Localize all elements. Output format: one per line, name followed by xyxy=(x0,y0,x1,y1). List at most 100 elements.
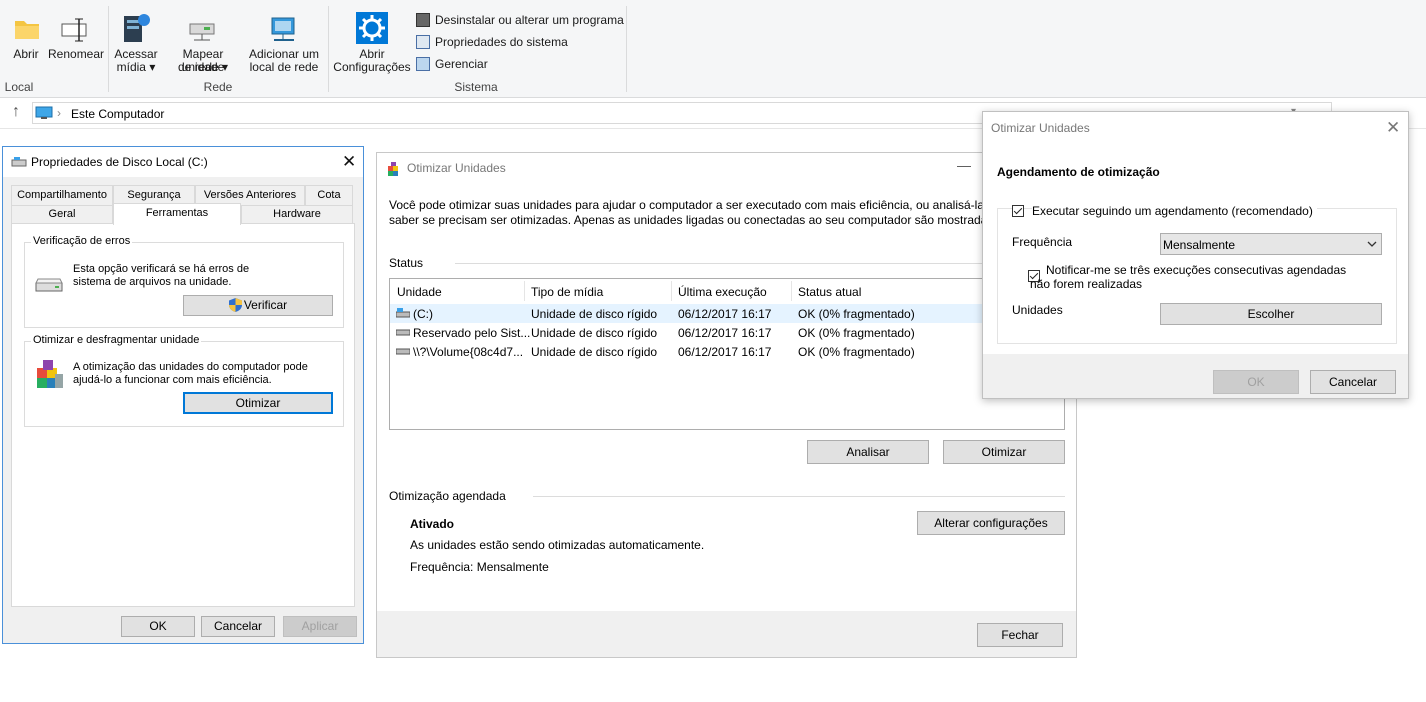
optimize-drives-body: Você pode otimizar suas unidades para aj… xyxy=(377,183,1076,657)
intro-text: Você pode otimizar suas unidades para aj… xyxy=(389,198,989,228)
defrag-icon xyxy=(37,360,63,388)
rename-button[interactable]: Renomear xyxy=(48,10,104,76)
computer-management-icon xyxy=(416,57,430,71)
check-button[interactable]: Verificar xyxy=(183,295,333,316)
optimize-button[interactable]: Otimizar xyxy=(943,440,1065,464)
open-settings-button[interactable]: Abrir Configurações xyxy=(332,10,412,76)
access-media-button[interactable]: Acessar mídia ▾ xyxy=(114,10,158,76)
optimize-text-1: A otimização das unidades do computador … xyxy=(73,361,308,373)
hard-drive-icon xyxy=(35,278,63,292)
table-row[interactable]: \\?\Volume{08c4d7... Unidade de disco rí… xyxy=(390,342,1064,361)
minimize-icon[interactable]: — xyxy=(957,157,971,173)
drive-status: OK (0% fragmentado) xyxy=(798,326,915,340)
drive-name: (C:) xyxy=(413,307,433,321)
tab-sharing[interactable]: Compartilhamento xyxy=(11,185,113,205)
tab-previous-versions[interactable]: Versões Anteriores xyxy=(195,185,305,205)
system-drive-icon xyxy=(396,308,410,318)
drive-status: OK (0% fragmentado) xyxy=(798,345,915,359)
intro-line-2: saber se precisam ser otimizadas. Apenas… xyxy=(389,213,989,227)
drives-label: Unidades xyxy=(1012,303,1063,317)
drive-icon xyxy=(396,348,410,355)
scheduled-state: Ativado xyxy=(410,517,455,531)
drive-media-type: Unidade de disco rígido xyxy=(531,326,658,340)
network-location-icon xyxy=(271,17,295,41)
choose-drives-button[interactable]: Escolher xyxy=(1160,303,1382,325)
schedule-group: Executar seguindo um agendamento (recome… xyxy=(997,204,1397,344)
folder-icon xyxy=(15,21,39,39)
system-properties-icon xyxy=(416,35,430,49)
up-arrow-icon[interactable]: ↑ xyxy=(12,103,20,121)
network-drive-icon xyxy=(189,23,215,41)
ok-button[interactable]: OK xyxy=(121,616,195,637)
ribbon-separator xyxy=(626,6,627,92)
tab-general[interactable]: Geral xyxy=(11,205,113,223)
column-drive[interactable]: Unidade xyxy=(397,285,442,299)
tab-hardware[interactable]: Hardware xyxy=(241,205,353,223)
group-label-sistema: Sistema xyxy=(454,80,498,94)
optimize-drive-button[interactable]: Otimizar xyxy=(183,392,333,414)
manage-label: Gerenciar xyxy=(435,57,488,71)
programs-icon xyxy=(416,13,430,27)
uninstall-program-label: Desinstalar ou alterar um programa xyxy=(435,13,624,27)
system-properties-label: Propriedades do sistema xyxy=(435,35,568,49)
uac-shield-icon xyxy=(228,298,242,312)
status-label: Status xyxy=(389,256,424,270)
error-check-text: Esta opção verificará se há erros de sis… xyxy=(73,263,249,289)
table-row[interactable]: Reservado pelo Sist... Unidade de disco … xyxy=(390,323,1064,342)
apply-button[interactable]: Aplicar xyxy=(283,616,357,637)
open-label: Abrir xyxy=(13,47,39,61)
ribbon-separator xyxy=(328,6,329,92)
close-icon[interactable]: ✕ xyxy=(342,153,356,170)
rename-icon xyxy=(61,18,87,42)
frequency-select-value: Mensalmente xyxy=(1163,238,1236,252)
tab-quota[interactable]: Cota xyxy=(305,185,353,205)
close-button[interactable]: Fechar xyxy=(977,623,1063,647)
scheduled-frequency: Frequência: Mensalmente xyxy=(410,560,549,574)
run-scheduled-checkbox[interactable] xyxy=(1012,205,1024,217)
map-drive-button[interactable]: Mapear unidade de rede ▾ xyxy=(160,10,246,76)
close-icon[interactable]: ✕ xyxy=(1386,119,1400,136)
column-media-type[interactable]: Tipo de mídia xyxy=(531,285,603,299)
media-icon xyxy=(124,14,150,42)
schedule-cancel-button[interactable]: Cancelar xyxy=(1310,370,1396,394)
cancel-button[interactable]: Cancelar xyxy=(201,616,275,637)
open-button[interactable]: Abrir xyxy=(6,10,46,76)
schedule-ok-button[interactable]: OK xyxy=(1213,370,1299,394)
gear-icon xyxy=(356,12,388,44)
change-settings-button[interactable]: Alterar configurações xyxy=(917,511,1065,535)
optimize-drives-footer xyxy=(377,611,1076,657)
analyze-button[interactable]: Analisar xyxy=(807,440,929,464)
column-current-status[interactable]: Status atual xyxy=(798,285,861,299)
error-check-group: Verificação de erros Esta opção verifica… xyxy=(24,235,344,328)
drive-status: OK (0% fragmentado) xyxy=(798,307,915,321)
optimize-text-2: ajudá-lo a funcionar com mais eficiência… xyxy=(73,374,272,386)
scheduled-description: As unidades estão sendo otimizadas autom… xyxy=(410,538,705,552)
column-divider xyxy=(671,281,672,301)
column-last-run[interactable]: Última execução xyxy=(678,285,767,299)
group-label-rede: Rede xyxy=(203,80,233,94)
drive-name: Reservado pelo Sist... xyxy=(413,326,531,340)
status-divider xyxy=(455,263,985,264)
access-media-label-2: mídia ▾ xyxy=(116,60,156,74)
rename-label: Renomear xyxy=(48,47,105,61)
manage-link[interactable]: Gerenciar xyxy=(416,55,488,73)
frequency-select[interactable]: Mensalmente xyxy=(1160,233,1382,255)
schedule-title: Otimizar Unidades xyxy=(991,121,1090,135)
group-label-local: Local xyxy=(4,80,34,94)
computer-icon xyxy=(35,106,53,119)
drives-list[interactable]: Unidade Tipo de mídia Última execução St… xyxy=(389,278,1065,430)
uninstall-program-link[interactable]: Desinstalar ou alterar um programa xyxy=(416,11,624,29)
add-network-location-button[interactable]: Adicionar um local de rede xyxy=(248,10,320,76)
tools-tab-panel: Verificação de erros Esta opção verifica… xyxy=(11,223,355,607)
optimize-drives-titlebar: Otimizar Unidades — xyxy=(377,153,1076,183)
tab-tools[interactable]: Ferramentas xyxy=(113,203,241,225)
disk-properties-dialog: Propriedades de Disco Local (C:) ✕ Compa… xyxy=(2,146,364,644)
tab-security[interactable]: Segurança xyxy=(113,185,195,205)
address-path[interactable]: Este Computador xyxy=(71,107,164,121)
schedule-titlebar: Otimizar Unidades ✕ xyxy=(983,112,1408,142)
drives-list-header: Unidade Tipo de mídia Última execução St… xyxy=(390,279,1064,303)
run-scheduled-label: Executar seguindo um agendamento (recome… xyxy=(1032,204,1317,218)
system-properties-link[interactable]: Propriedades do sistema xyxy=(416,33,568,51)
tabs-row-1: Compartilhamento Segurança Versões Anter… xyxy=(11,185,355,205)
table-row[interactable]: (C:) Unidade de disco rígido 06/12/2017 … xyxy=(390,304,1064,323)
